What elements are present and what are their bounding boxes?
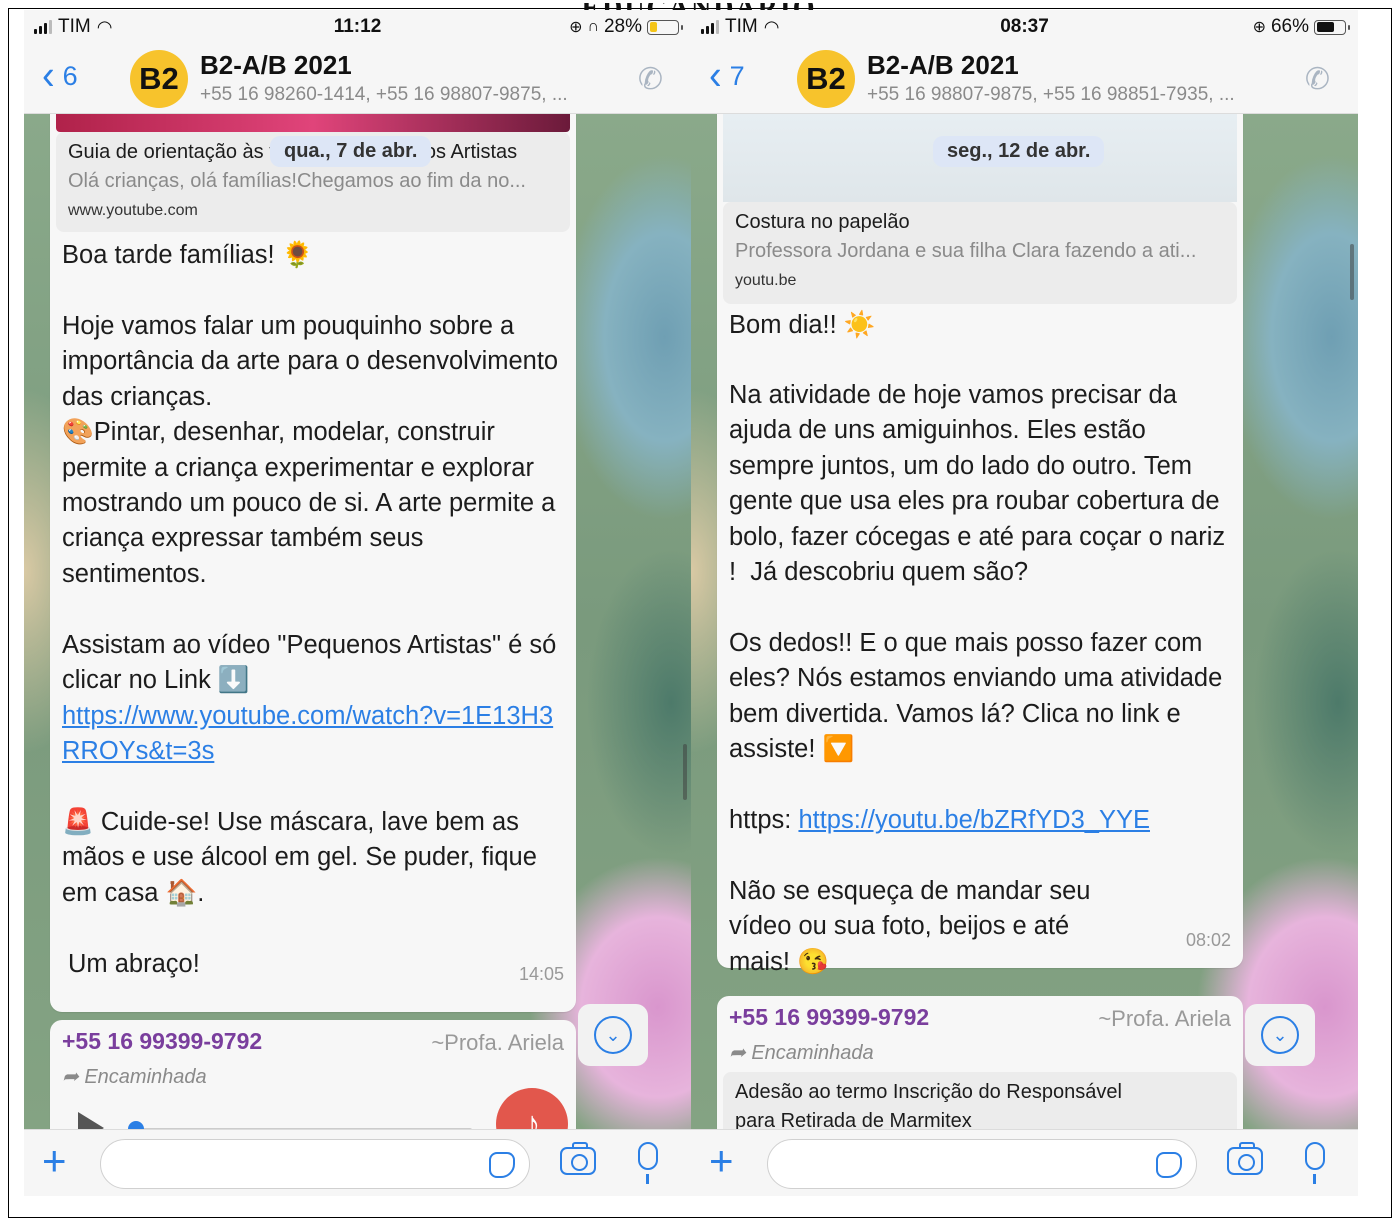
microphone-icon[interactable] xyxy=(1305,1142,1325,1184)
message-body: Hoje vamos falar um pouquinho sobre a im… xyxy=(62,312,559,588)
message-body-2: Os dedos!! E o que mais posso fazer com … xyxy=(729,629,1230,764)
plus-icon[interactable]: + xyxy=(42,1140,67,1182)
sticker-icon[interactable] xyxy=(1156,1152,1182,1178)
rotation-lock-icon: ⊕ xyxy=(569,19,583,36)
message-closing: Não se esqueça de mandar seu vídeo ou su… xyxy=(729,877,1098,976)
input-bar: + xyxy=(691,1129,1358,1196)
chat-members[interactable]: +55 16 98807-9875, +55 16 98851-7935, ..… xyxy=(867,84,1235,106)
scrollbar[interactable] xyxy=(683,744,687,800)
plus-icon[interactable]: + xyxy=(709,1140,734,1182)
chevron-down-circle-icon: ⌄ xyxy=(1261,1016,1299,1054)
scroll-to-bottom-button[interactable]: ⌄ xyxy=(578,1004,648,1066)
preview-url: www.youtube.com xyxy=(68,202,198,219)
headphones-icon: ∩ xyxy=(587,18,599,35)
chat-header: ‹ 6 B2 B2-A/B 2021 +55 16 98260-1414, +5… xyxy=(24,44,691,114)
sender-alias: ~Profa. Ariela xyxy=(1098,1006,1231,1031)
chat-area[interactable]: Costura no papelão Professora Jordana e … xyxy=(691,114,1358,1129)
preview-title: Costura no papelão xyxy=(735,211,910,233)
play-icon[interactable] xyxy=(78,1112,104,1129)
preview-url: youtu.be xyxy=(735,272,797,289)
forwarded-label: ➦ Encaminhada xyxy=(729,1042,874,1064)
back-count: 6 xyxy=(62,60,78,91)
message-input[interactable] xyxy=(767,1139,1197,1189)
back-button[interactable]: ‹ 7 xyxy=(709,52,745,100)
camera-icon[interactable] xyxy=(560,1142,596,1175)
preview-description: Olá crianças, olá famílias!Chegamos ao f… xyxy=(68,170,526,192)
battery-icon xyxy=(647,19,683,35)
video-thumbnail[interactable] xyxy=(56,114,570,132)
link-preview[interactable]: Adesão ao termo Inscrição do Responsável… xyxy=(723,1072,1237,1129)
input-bar: + xyxy=(24,1129,691,1196)
audio-progress-handle[interactable] xyxy=(128,1121,144,1129)
add-call-icon[interactable]: ✆ xyxy=(1305,62,1330,97)
microphone-icon[interactable] xyxy=(638,1142,658,1184)
chat-header: ‹ 7 B2 B2-A/B 2021 +55 16 98807-9875, +5… xyxy=(691,44,1358,114)
message-time: 14:05 xyxy=(518,964,564,984)
message-bubble[interactable]: Guia de orientação às famílias - Pequeno… xyxy=(50,114,576,1012)
sender-phone[interactable]: +55 16 99399-9792 xyxy=(62,1028,262,1055)
scrollbar[interactable] xyxy=(1350,244,1354,300)
chevron-down-circle-icon: ⌄ xyxy=(594,1016,632,1054)
sender-phone[interactable]: +55 16 99399-9792 xyxy=(729,1004,929,1031)
status-bar: TIM ◠ 11:12 ⊕ ∩ 28% xyxy=(24,10,691,44)
message-link-line: https: https://youtu.be/bZRfYD3_YYE xyxy=(729,806,1150,834)
forward-arrow-icon: ➦ xyxy=(62,1066,85,1088)
phone-screenshot-left: TIM ◠ 11:12 ⊕ ∩ 28% ‹ 6 B2 B2-A/B 2021 +… xyxy=(24,10,691,1196)
message-time: 08:02 xyxy=(1185,930,1231,950)
chevron-left-icon: ‹ xyxy=(42,52,55,100)
preview-title: Adesão ao termo Inscrição do Responsável… xyxy=(735,1081,1122,1129)
message-body: Na atividade de hoje vamos precisar da a… xyxy=(729,381,1233,587)
chevron-left-icon: ‹ xyxy=(709,52,722,100)
camera-icon[interactable] xyxy=(1227,1142,1263,1175)
message-link[interactable]: https://www.youtube.com/watch?v=1E13H3RR… xyxy=(62,699,564,770)
rotation-lock-icon: ⊕ xyxy=(1252,19,1266,36)
phone-screenshot-right: TIM ◠ 08:37 ⊕ 66% ‹ 7 B2 B2-A/B 2021 +55… xyxy=(691,10,1358,1196)
forward-arrow-icon: ➦ xyxy=(729,1042,752,1064)
message-link[interactable]: https://youtu.be/bZRfYD3_YYE xyxy=(798,806,1150,834)
message-bubble[interactable]: +55 16 99399-9792 ~Profa. Ariela ➦ Encam… xyxy=(50,1020,576,1129)
chat-title[interactable]: B2-A/B 2021 xyxy=(200,50,352,81)
chat-members[interactable]: +55 16 98260-1414, +55 16 98807-9875, ..… xyxy=(200,84,568,106)
date-pill: seg., 12 de abr. xyxy=(933,136,1105,167)
link-preview[interactable]: Costura no papelão Professora Jordana e … xyxy=(723,202,1237,304)
scroll-to-bottom-button[interactable]: ⌄ xyxy=(1245,1004,1315,1066)
avatar[interactable]: B2 xyxy=(130,50,188,108)
chat-title[interactable]: B2-A/B 2021 xyxy=(867,50,1019,81)
battery-percent: 28% xyxy=(603,16,642,37)
message-greeting: Boa tarde famílias! 🌻 xyxy=(62,241,314,269)
message-cta: Assistam ao vídeo "Pequenos Artistas" é … xyxy=(62,631,564,695)
message-bubble[interactable]: Costura no papelão Professora Jordana e … xyxy=(717,114,1243,976)
back-count: 7 xyxy=(729,60,745,91)
message-warning: 🚨 Cuide-se! Use máscara, lave bem as mão… xyxy=(62,808,544,907)
back-button[interactable]: ‹ 6 xyxy=(42,52,78,100)
forwarded-label: ➦ Encaminhada xyxy=(62,1066,207,1088)
date-pill: qua., 7 de abr. xyxy=(270,136,432,167)
message-greeting: Bom dia!! ☀️ xyxy=(729,311,876,339)
avatar[interactable]: B2 xyxy=(797,50,855,108)
status-bar: TIM ◠ 08:37 ⊕ 66% xyxy=(691,10,1358,44)
chat-area[interactable]: Guia de orientação às famílias - Pequeno… xyxy=(24,114,691,1129)
sticker-icon[interactable] xyxy=(489,1152,515,1178)
add-call-icon[interactable]: ✆ xyxy=(638,62,663,97)
music-note-icon: ♪ xyxy=(496,1088,568,1129)
battery-percent: 66% xyxy=(1270,16,1309,37)
message-input[interactable] xyxy=(100,1139,530,1189)
preview-description: Professora Jordana e sua filha Clara faz… xyxy=(735,240,1197,262)
sender-alias: ~Profa. Ariela xyxy=(431,1030,564,1055)
message-closing: Um abraço! xyxy=(68,950,200,978)
message-bubble[interactable]: +55 16 99399-9792 ~Profa. Ariela ➦ Encam… xyxy=(717,996,1243,1129)
battery-icon xyxy=(1314,19,1350,35)
